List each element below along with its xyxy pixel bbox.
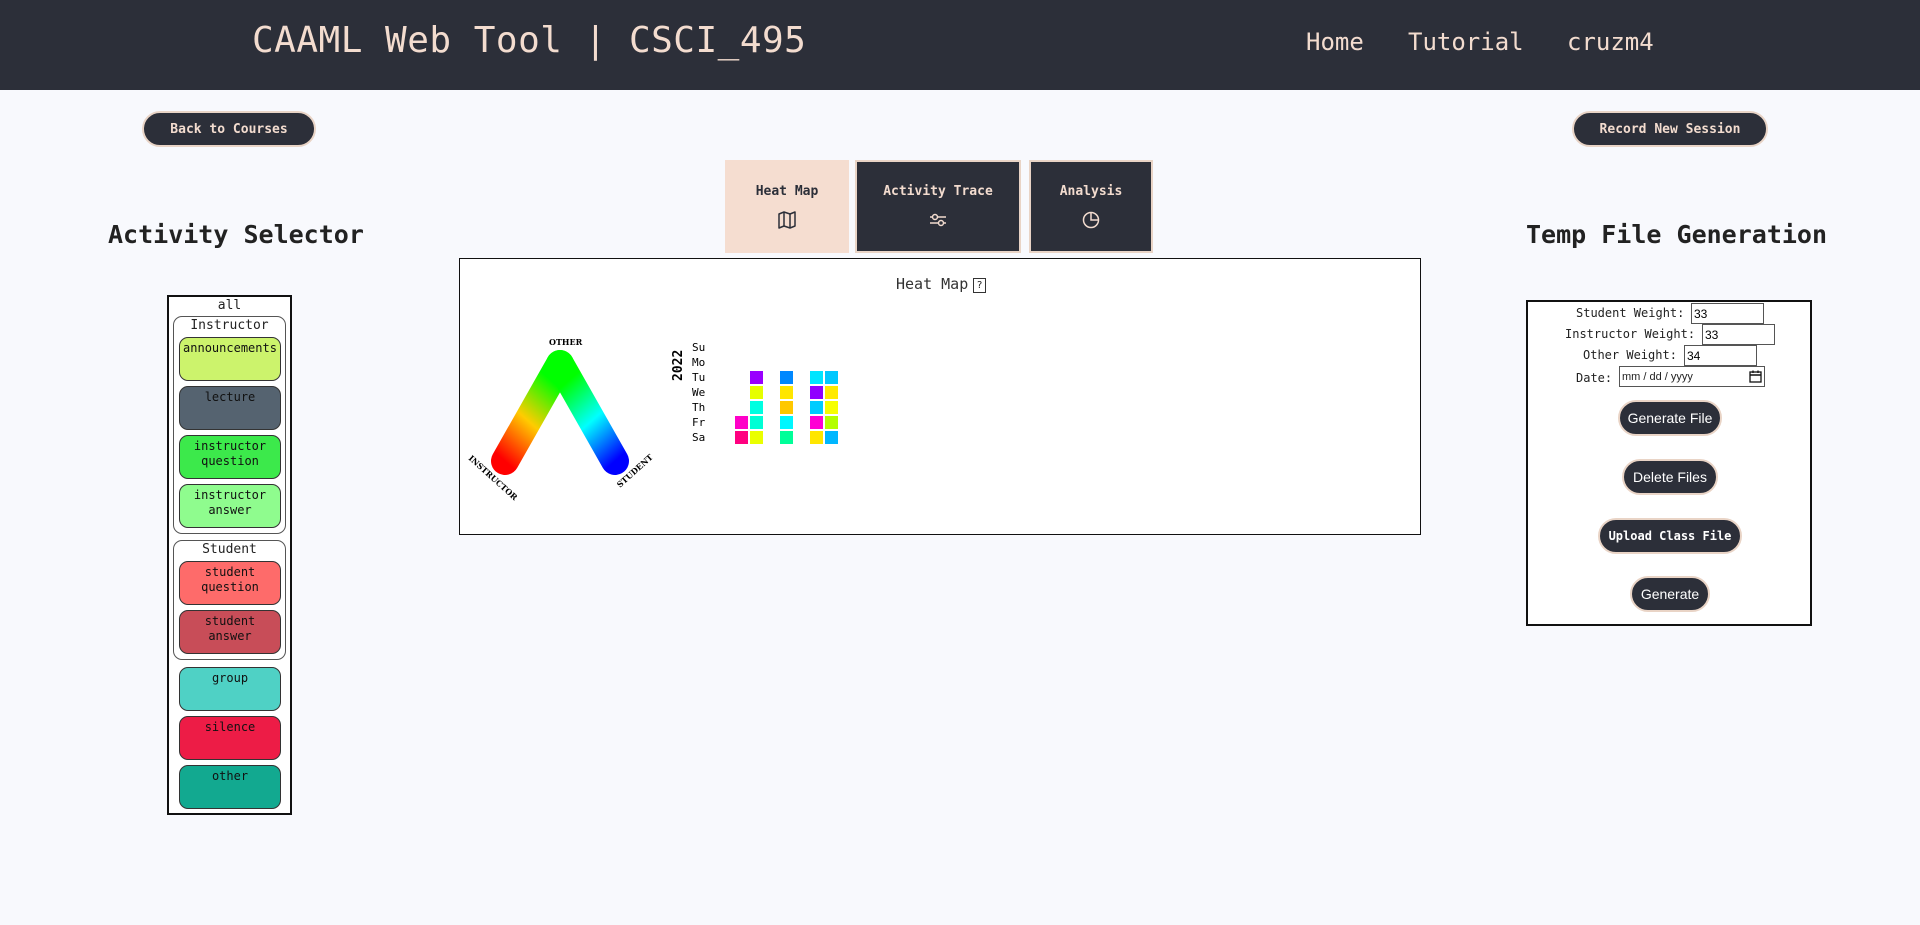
activity-group[interactable]: group [179, 667, 281, 711]
record-new-session-button[interactable]: Record New Session [1572, 111, 1768, 147]
weekday-label: Fr [692, 416, 706, 429]
heatmap-day-cell[interactable] [750, 416, 763, 429]
heatmap-day-cell[interactable] [750, 401, 763, 414]
nav-user-link[interactable]: cruzm4 [1567, 28, 1654, 56]
weekday-labels: Su Mo Tu We Th Fr Sa [692, 341, 706, 444]
activity-instructor-answer[interactable]: instructor answer [179, 484, 281, 528]
generate-button[interactable]: Generate [1630, 576, 1710, 612]
weekday-label: We [692, 386, 705, 399]
heatmap-day-cell[interactable] [825, 386, 838, 399]
upload-class-file-button[interactable]: Upload Class File [1598, 518, 1742, 554]
activity-selector-title: Activity Selector [108, 220, 364, 249]
instructor-weight-label: Instructor Weight: [1565, 327, 1696, 341]
activity-other[interactable]: other [179, 765, 281, 809]
pie-chart-icon [1082, 211, 1100, 229]
student-weight-input[interactable] [1691, 303, 1764, 324]
nav-home-link[interactable]: Home [1306, 28, 1364, 56]
triangle-label-other: OTHER [549, 337, 583, 347]
heatmap-day-cell[interactable] [780, 431, 793, 444]
calendar-year-label: 2022 [671, 350, 686, 381]
heat-map-panel: Heat Map ? OTHER INSTRUCTOR STUDENT 2022… [459, 258, 1421, 535]
heatmap-day-cell[interactable] [735, 416, 748, 429]
calendar-icon[interactable] [1749, 370, 1762, 383]
heatmap-day-cell[interactable] [735, 431, 748, 444]
other-weight-label: Other Weight: [1583, 348, 1677, 362]
back-to-courses-button[interactable]: Back to Courses [142, 111, 316, 147]
activity-student-answer[interactable]: student answer [179, 610, 281, 654]
activity-announcements[interactable]: announcements [179, 337, 281, 381]
map-icon [778, 211, 796, 229]
weekday-label: Mo [692, 356, 705, 369]
activity-student-question[interactable]: student question [179, 561, 281, 605]
heatmap-day-cell[interactable] [825, 371, 838, 384]
tab-analysis-label: Analysis [1059, 184, 1123, 199]
heatmap-day-cell[interactable] [810, 401, 823, 414]
activity-silence[interactable]: silence [179, 716, 281, 760]
weekday-label: Su [692, 341, 705, 354]
calendar-cells [735, 371, 838, 444]
heatmap-day-cell[interactable] [810, 416, 823, 429]
heatmap-day-cell[interactable] [810, 371, 823, 384]
weekday-label: Th [692, 401, 705, 414]
tab-analysis[interactable]: Analysis [1029, 160, 1153, 253]
heatmap-day-cell[interactable] [810, 431, 823, 444]
activity-instructor-question[interactable]: instructor question [179, 435, 281, 479]
tab-heat-map[interactable]: Heat Map [725, 160, 849, 253]
nav-tutorial-link[interactable]: Tutorial [1408, 28, 1524, 56]
app-title: CAAML Web Tool | CSCI_495 [252, 20, 807, 61]
tab-heat-map-label: Heat Map [755, 184, 819, 199]
other-weight-input[interactable] [1684, 345, 1757, 366]
top-navbar: CAAML Web Tool | CSCI_495 Home Tutorial … [0, 0, 1920, 90]
generate-file-button[interactable]: Generate File [1618, 400, 1722, 436]
temp-file-panel: Student Weight: Instructor Weight: Other… [1526, 300, 1812, 626]
sliders-icon [930, 213, 946, 227]
heatmap-day-cell[interactable] [780, 401, 793, 414]
student-weight-label: Student Weight: [1576, 306, 1685, 320]
temp-file-generation-title: Temp File Generation [1526, 220, 1828, 249]
heatmap-day-cell[interactable] [825, 401, 838, 414]
heatmap-day-cell[interactable] [750, 386, 763, 399]
date-input[interactable]: mm / dd / yyyy [1619, 366, 1765, 387]
tab-activity-trace-label: Activity Trace [883, 184, 993, 199]
heatmap-day-cell[interactable] [780, 386, 793, 399]
activity-all-option[interactable]: all [169, 298, 290, 313]
color-triangle-legend [491, 350, 629, 475]
delete-files-button[interactable]: Delete Files [1622, 459, 1718, 495]
heatmap-day-cell[interactable] [780, 371, 793, 384]
date-label: Date: [1576, 371, 1613, 385]
heatmap-day-cell[interactable] [825, 431, 838, 444]
heatmap-day-cell[interactable] [810, 386, 823, 399]
heatmap-day-cell[interactable] [825, 416, 838, 429]
instructor-group-title: Instructor [190, 318, 269, 333]
heat-map-graphic: OTHER INSTRUCTOR STUDENT 2022 SuMoTuWeTh… [467, 337, 838, 502]
heatmap-day-cell[interactable] [750, 371, 763, 384]
activity-lecture[interactable]: lecture [179, 386, 281, 430]
instructor-weight-input[interactable] [1702, 324, 1775, 345]
date-input-placeholder: mm / dd / yyyy [1622, 370, 1693, 383]
weekday-label: Sa [692, 431, 705, 444]
activity-selector-panel: all Instructor announcements lecture ins… [167, 295, 292, 815]
heatmap-day-cell[interactable] [750, 431, 763, 444]
weekday-label: Tu [692, 371, 705, 384]
student-group-title: Student [202, 542, 257, 557]
tab-activity-trace[interactable]: Activity Trace [855, 160, 1021, 253]
heatmap-day-cell[interactable] [780, 416, 793, 429]
